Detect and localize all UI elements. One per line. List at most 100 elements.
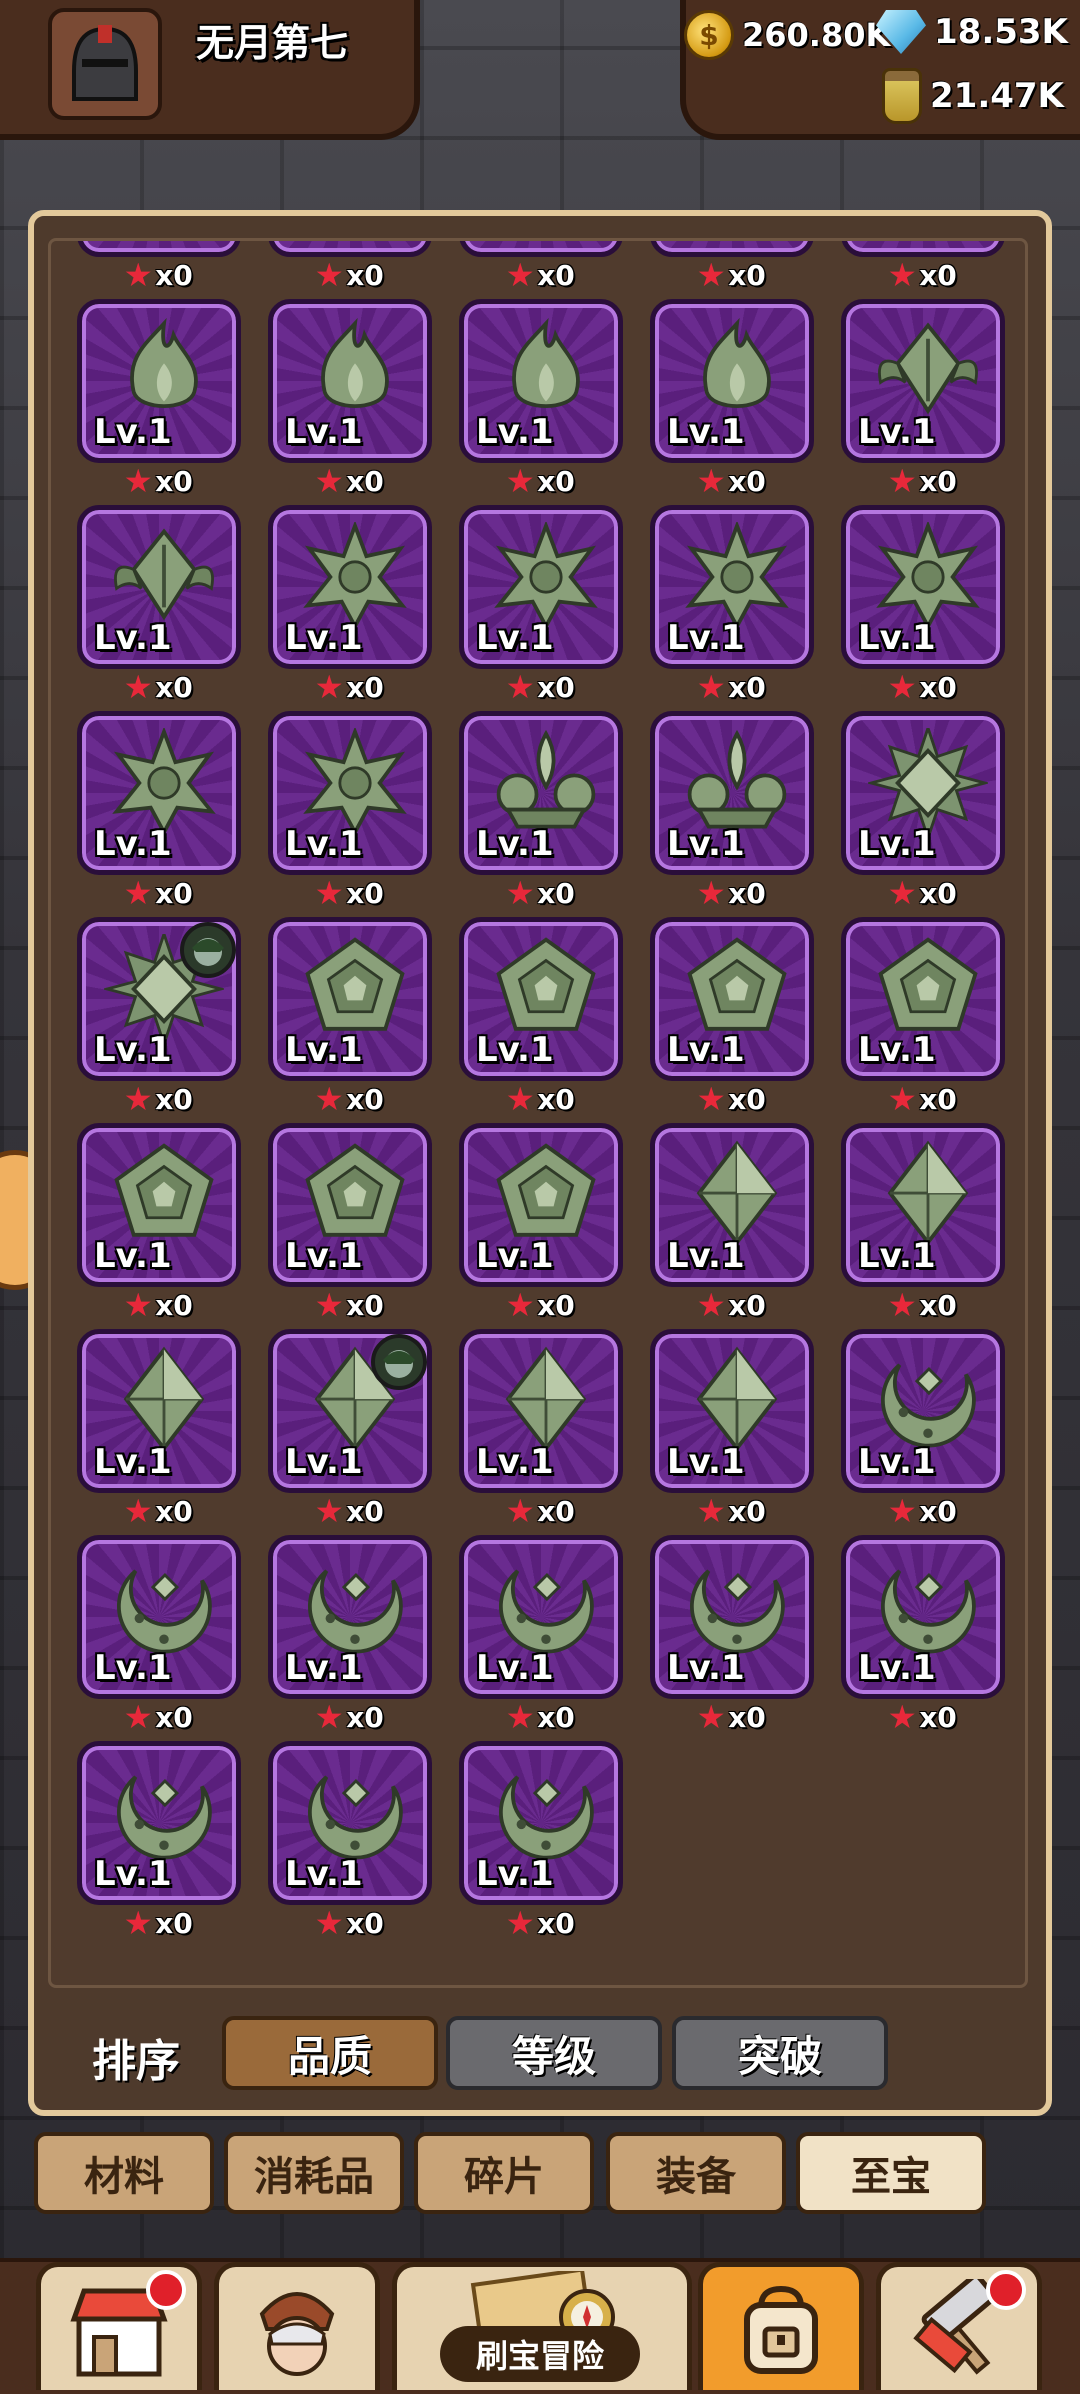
- relic-level: Lv.1: [858, 824, 936, 864]
- relic-item[interactable]: Lv.1 x0: [77, 1535, 241, 1735]
- relic-item[interactable]: Lv.1 x0: [77, 917, 241, 1117]
- nav-backpack-button[interactable]: [698, 2262, 864, 2390]
- red-star-icon: [889, 1498, 915, 1523]
- horned-gem-relic-icon: [114, 528, 214, 621]
- relic-item[interactable]: Lv.1 x0: [268, 711, 432, 911]
- relic-item[interactable]: Lv.1 x0: [459, 505, 623, 705]
- relic-tile: Lv.1: [77, 1535, 241, 1699]
- relic-item[interactable]: Lv.1 x0: [841, 1123, 1005, 1323]
- sort-breakthrough-button[interactable]: 突破: [672, 2016, 888, 2090]
- relic-item[interactable]: Lv.1 x0: [650, 505, 814, 705]
- relic-item[interactable]: Lv.1 x0: [77, 505, 241, 705]
- relic-item[interactable]: Lv.1 x0: [459, 1535, 623, 1735]
- relic-tile: Lv.1: [77, 505, 241, 669]
- relic-tile: Lv.1: [268, 1535, 432, 1699]
- relic-item[interactable]: Lv.1 x0: [650, 241, 814, 293]
- relic-item[interactable]: Lv.1 x0: [841, 711, 1005, 911]
- star-count-text: x0: [155, 465, 193, 498]
- spiked-star-relic-icon: [303, 522, 407, 631]
- relic-item[interactable]: Lv.1 x0: [650, 299, 814, 499]
- relic-item[interactable]: Lv.1 x0: [650, 917, 814, 1117]
- relic-tile: Lv.1: [650, 1329, 814, 1493]
- relic-level: Lv.1: [285, 824, 363, 864]
- relic-item[interactable]: Lv.1 x0: [459, 1123, 623, 1323]
- relic-tile: Lv.1: [77, 1329, 241, 1493]
- relic-item[interactable]: Lv.1 x0: [77, 1741, 241, 1941]
- relic-item[interactable]: Lv.1 x0: [841, 299, 1005, 499]
- relic-star-count: x0: [459, 1495, 623, 1528]
- red-star-icon: [698, 1704, 724, 1729]
- gem-currency[interactable]: 18.53K: [876, 10, 1068, 54]
- relic-item[interactable]: Lv.1 x0: [77, 711, 241, 911]
- crescent-relic-icon: [116, 1775, 212, 1860]
- relic-item[interactable]: Lv.1 x0: [77, 241, 241, 293]
- relic-item[interactable]: Lv.1 x0: [77, 299, 241, 499]
- red-star-icon: [507, 262, 533, 287]
- relic-item[interactable]: Lv.1 x0: [650, 1535, 814, 1735]
- relic-item[interactable]: Lv.1 x0: [841, 241, 1005, 293]
- relic-item[interactable]: Lv.1 x0: [841, 505, 1005, 705]
- relic-tile: Lv.1: [268, 1329, 432, 1493]
- relic-item[interactable]: Lv.1 x0: [650, 711, 814, 911]
- relic-item[interactable]: Lv.1 x0: [268, 1741, 432, 1941]
- relic-item[interactable]: Lv.1 x0: [268, 299, 432, 499]
- red-star-icon: [507, 880, 533, 905]
- player-avatar[interactable]: [48, 8, 162, 120]
- potion-currency[interactable]: 21.47K: [882, 68, 1064, 124]
- star-count-text: x0: [919, 671, 957, 704]
- potion-amount: 21.47K: [930, 76, 1064, 116]
- relic-item[interactable]: Lv.1 x0: [650, 1329, 814, 1529]
- relic-level: Lv.1: [858, 1648, 936, 1688]
- knight-helmet-icon: [60, 19, 150, 109]
- sort-level-button[interactable]: 等级: [446, 2016, 662, 2090]
- relic-item[interactable]: Lv.1 x0: [268, 505, 432, 705]
- relic-level: Lv.1: [285, 241, 363, 246]
- relic-tile: Lv.1: [268, 505, 432, 669]
- tab-fragments[interactable]: 碎片: [414, 2132, 594, 2214]
- gold-currency[interactable]: $ 260.80K: [684, 10, 890, 60]
- relic-item[interactable]: Lv.1 x0: [268, 917, 432, 1117]
- crystal-relic-icon: [696, 1140, 778, 1246]
- relic-star-count: x0: [77, 465, 241, 498]
- sort-quality-button[interactable]: 品质: [222, 2016, 438, 2090]
- relic-level: Lv.1: [667, 1442, 745, 1482]
- relic-item[interactable]: Lv.1 x0: [268, 1123, 432, 1323]
- relic-item[interactable]: Lv.1 x0: [77, 1123, 241, 1323]
- relic-item[interactable]: Lv.1 x0: [268, 241, 432, 293]
- relic-level: Lv.1: [94, 412, 172, 452]
- relic-level: Lv.1: [94, 1648, 172, 1688]
- relic-item[interactable]: Lv.1 x0: [459, 917, 623, 1117]
- relic-level: Lv.1: [858, 1236, 936, 1276]
- adventure-label: 刷宝冒险: [440, 2326, 640, 2382]
- relic-item[interactable]: Lv.1 x0: [650, 1123, 814, 1323]
- horned-gem-relic-icon: [878, 322, 978, 415]
- relic-item[interactable]: Lv.1 x0: [268, 1535, 432, 1735]
- relic-tile: Lv.1: [650, 1535, 814, 1699]
- star-count-text: x0: [346, 671, 384, 704]
- relic-star-count: x0: [650, 671, 814, 704]
- relic-item[interactable]: Lv.1 x0: [459, 711, 623, 911]
- relic-item[interactable]: Lv.1 x0: [77, 1329, 241, 1529]
- relic-item[interactable]: Lv.1 x0: [841, 1535, 1005, 1735]
- tab-materials[interactable]: 材料: [34, 2132, 214, 2214]
- nav-hero-button[interactable]: [214, 2262, 380, 2390]
- relic-item[interactable]: Lv.1 x0: [268, 1329, 432, 1529]
- pentagon-relic-icon: [305, 1143, 405, 1237]
- tab-treasures[interactable]: 至宝: [796, 2132, 986, 2214]
- relic-item[interactable]: Lv.1 x0: [459, 241, 623, 293]
- tab-consumables[interactable]: 消耗品: [224, 2132, 404, 2214]
- item-grid[interactable]: Lv.1x0Lv.1x0Lv.1x0Lv.1x0Lv.1x0Lv.1x0Lv.1…: [48, 238, 1028, 1988]
- forge-notification-dot: [986, 2270, 1026, 2310]
- relic-item[interactable]: Lv.1 x0: [841, 1329, 1005, 1529]
- tab-equipment[interactable]: 装备: [606, 2132, 786, 2214]
- relic-item[interactable]: Lv.1 x0: [841, 917, 1005, 1117]
- relic-tile: Lv.1: [77, 1123, 241, 1287]
- relic-star-count: x0: [268, 1495, 432, 1528]
- relic-level: Lv.1: [285, 1236, 363, 1276]
- relic-star-count: x0: [650, 1495, 814, 1528]
- relic-item[interactable]: Lv.1 x0: [459, 299, 623, 499]
- player-name: 无月第七: [196, 21, 349, 65]
- relic-item[interactable]: Lv.1 x0: [459, 1741, 623, 1941]
- relic-item[interactable]: Lv.1 x0: [459, 1329, 623, 1529]
- pentagon-relic-icon: [496, 937, 596, 1031]
